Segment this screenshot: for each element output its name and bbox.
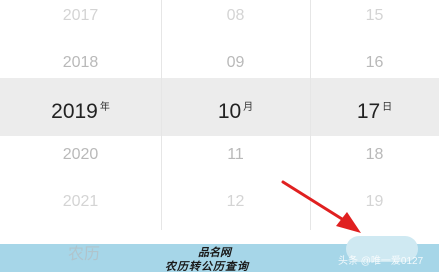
selected-month-value: 10 (217, 100, 242, 123)
lunar-calendar-label: 农历 (68, 244, 101, 263)
year-option[interactable]: 2020 (0, 145, 161, 165)
date-picker: 2017 2018 2019 年 2020 2021 08 09 10 月 11 1… (0, 0, 439, 244)
day-option[interactable]: 19 (310, 192, 439, 212)
day-option[interactable]: 16 (310, 53, 439, 73)
selected-month[interactable]: 10 月 (161, 94, 310, 126)
selected-day[interactable]: 17 日 (310, 94, 439, 126)
day-option[interactable]: 18 (310, 145, 439, 165)
year-option[interactable]: 2021 (0, 192, 161, 212)
month-wheel[interactable]: 08 09 10 月 11 12 (161, 0, 310, 244)
month-unit: 月 (243, 102, 254, 113)
month-option[interactable]: 09 (161, 53, 310, 73)
month-option[interactable]: 12 (161, 192, 310, 212)
year-option[interactable]: 2017 (0, 6, 161, 26)
date-picker-screen: 2017 2018 2019 年 2020 2021 08 09 10 月 11 1… (0, 0, 439, 272)
year-wheel[interactable]: 2017 2018 2019 年 2020 2021 (0, 0, 161, 244)
selected-year-value: 2019 (51, 100, 98, 123)
day-unit: 日 (382, 102, 393, 113)
watermark-subtitle: 农历转公历查询 (165, 260, 249, 272)
year-option[interactable]: 2018 (0, 53, 161, 73)
day-option[interactable]: 15 (310, 6, 439, 26)
selected-day-value: 17 (356, 100, 381, 123)
day-wheel[interactable]: 15 16 17 日 18 19 (310, 0, 439, 244)
year-unit: 年 (99, 102, 110, 113)
watermark-credit: 头条 @唯一爱0127 (338, 256, 424, 267)
month-option[interactable]: 08 (161, 6, 310, 26)
month-option[interactable]: 11 (161, 145, 310, 165)
selected-year[interactable]: 2019 年 (0, 94, 161, 126)
